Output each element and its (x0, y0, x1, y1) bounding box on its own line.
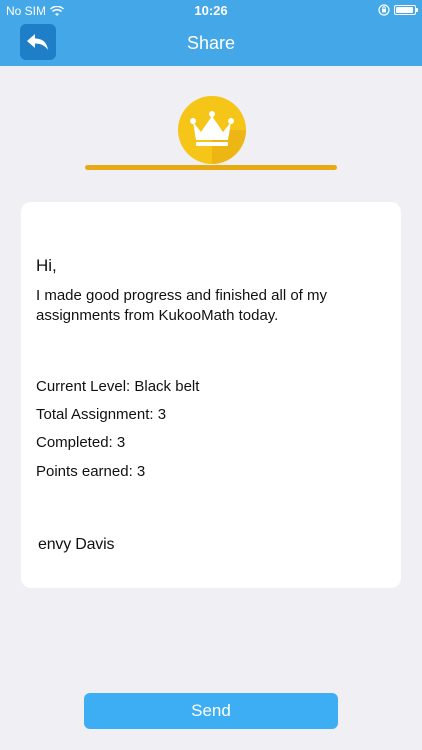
signature: envy Davis (38, 536, 115, 553)
greeting-text: Hi, (36, 256, 57, 275)
status-time: 10:26 (194, 3, 228, 18)
stat-total-assignment: Total Assignment: 3 (36, 406, 167, 423)
divider (85, 165, 337, 170)
status-right (378, 4, 418, 16)
stat-completed: Completed: 3 (36, 434, 126, 451)
status-bar: No SIM 10:26 (0, 0, 422, 22)
stat-current-level: Current Level: Black belt (36, 378, 200, 395)
battery-icon (394, 5, 418, 15)
crown-icon (178, 96, 246, 164)
nav-bar: Share (0, 22, 422, 66)
message-body: I made good progress and finished all of… (36, 287, 327, 324)
page-title: Share (186, 33, 236, 53)
orientation-lock-icon (378, 4, 390, 16)
send-button[interactable]: Send (84, 693, 338, 729)
message-card: Hi, I made good progress and finished al… (21, 202, 401, 588)
stat-points-earned: Points earned: 3 (36, 463, 146, 480)
crown-badge (178, 96, 246, 164)
